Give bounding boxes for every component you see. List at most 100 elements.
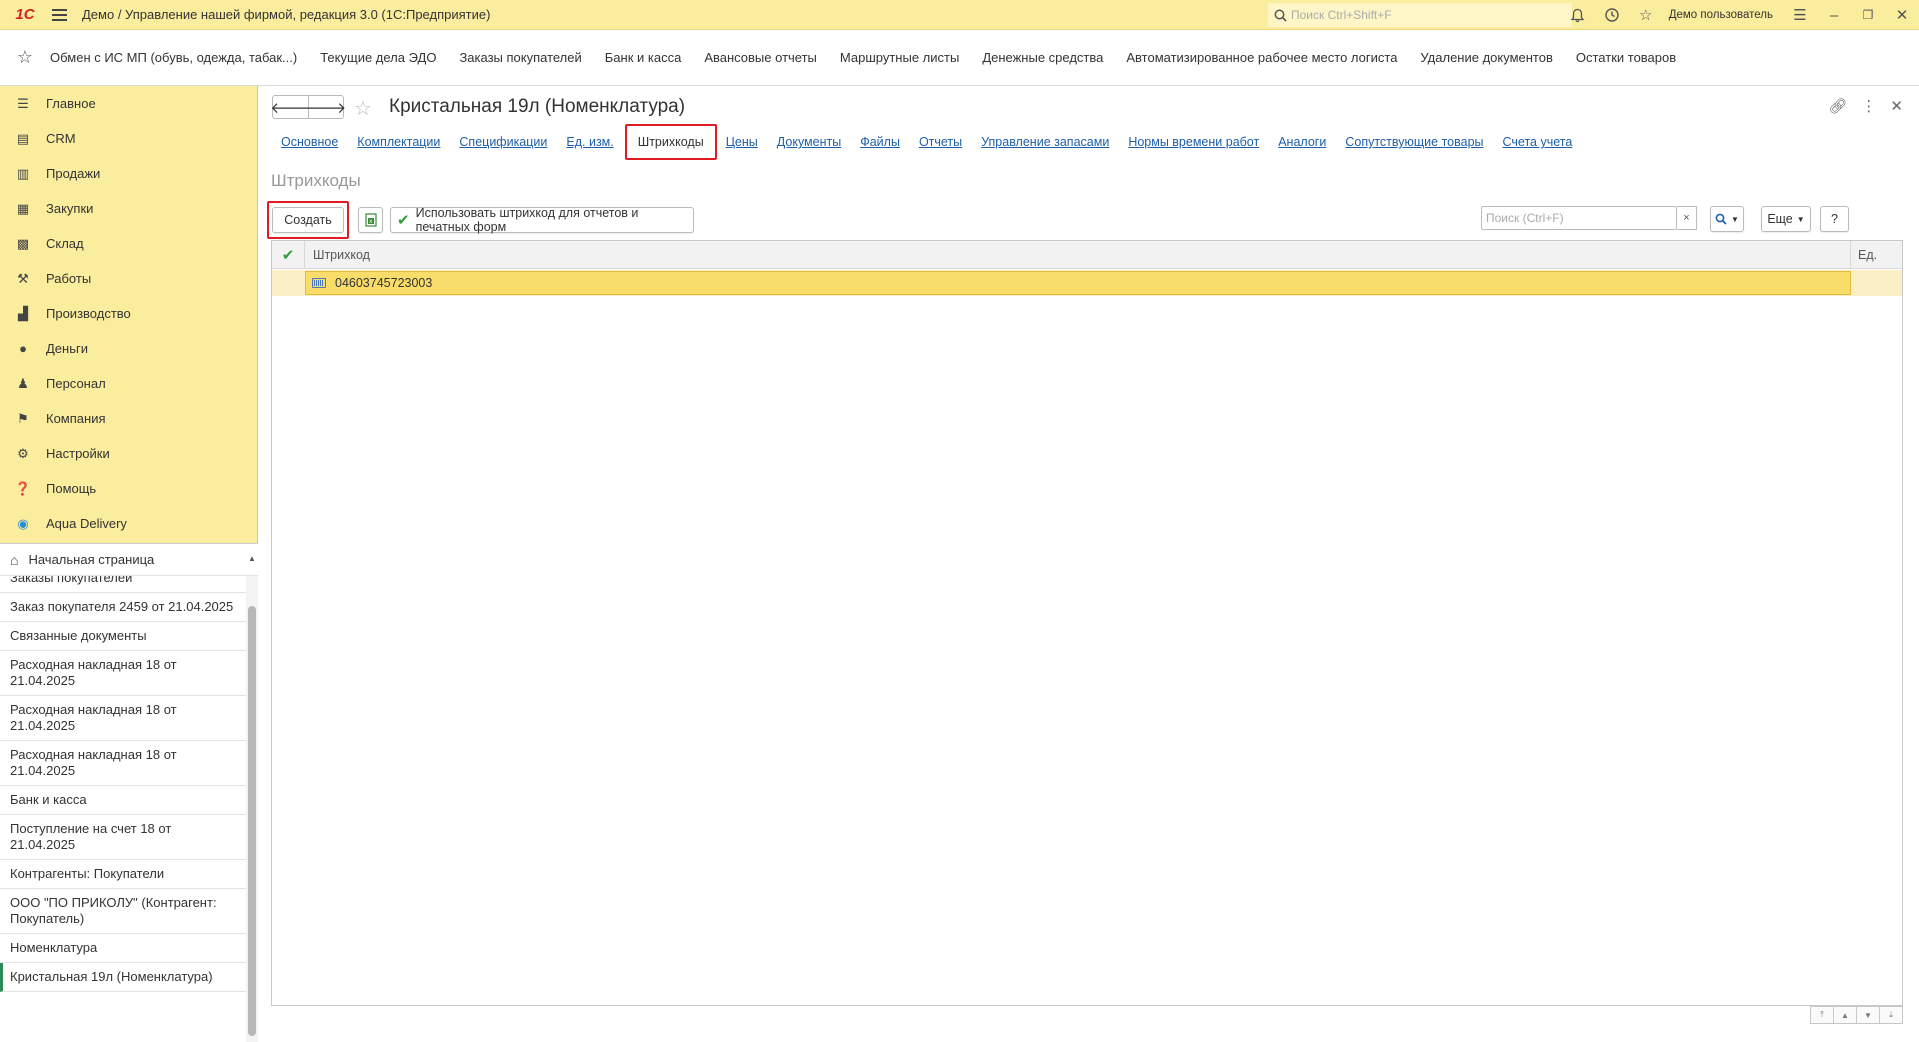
forward-arrow-icon[interactable]: 🡒	[306, 96, 346, 118]
form-tabs: Основное Комплектации Спецификации Ед. и…	[281, 124, 1591, 160]
history-scrollbar[interactable]: ▲	[246, 554, 258, 1042]
history-item-active[interactable]: Кристальная 19л (Номенклатура)	[0, 963, 246, 992]
form-close-icon[interactable]: ✕	[1890, 97, 1903, 115]
tab-main[interactable]: Основное	[281, 135, 338, 149]
close-icon[interactable]: ✕	[1885, 0, 1919, 30]
scroll-bottom-icon[interactable]: ⤓	[1879, 1006, 1903, 1024]
back-arrow-icon[interactable]: 🡐	[270, 96, 310, 118]
history-item[interactable]: Заказ покупателя 2459 от 21.04.2025	[0, 593, 246, 622]
bell-icon[interactable]	[1561, 0, 1595, 30]
dropdown-arrow-icon: ▼	[1731, 214, 1739, 224]
user-name[interactable]: Демо пользователь	[1669, 9, 1773, 21]
history-item[interactable]: Расходная накладная 18 от 21.04.2025	[0, 741, 246, 786]
tab-accounts[interactable]: Счета учета	[1503, 135, 1573, 149]
favorite-link[interactable]: Маршрутные листы	[840, 50, 959, 65]
sidebar-item-label: Главное	[46, 96, 96, 111]
row-check-cell[interactable]	[272, 270, 305, 296]
favorite-link[interactable]: Авансовые отчеты	[704, 50, 817, 65]
favorite-link[interactable]: Банк и касса	[605, 50, 682, 65]
favorites-star-icon[interactable]: ☆	[0, 47, 50, 68]
history-item[interactable]: Банк и касса	[0, 786, 246, 815]
sidebar-item-money[interactable]: ● Деньги	[0, 331, 257, 366]
create-button[interactable]: Создать	[272, 207, 344, 233]
scroll-up-icon[interactable]: ▲	[1833, 1006, 1857, 1024]
history-icon[interactable]	[1595, 0, 1629, 30]
tab-documents[interactable]: Документы	[777, 135, 841, 149]
favorite-link[interactable]: Заказы покупателей	[459, 50, 581, 65]
favorite-link[interactable]: Обмен с ИС МП (обувь, одежда, табак...)	[50, 50, 297, 65]
tab-specifications[interactable]: Спецификации	[459, 135, 547, 149]
table-search-input[interactable]: Поиск (Ctrl+F)	[1481, 206, 1677, 230]
more-vertical-icon[interactable]: ⋮	[1861, 97, 1876, 115]
favorite-link[interactable]: Удаление документов	[1420, 50, 1552, 65]
sidebar-item-sales[interactable]: ▥ Продажи	[0, 156, 257, 191]
search-options-button[interactable]: ▼	[1710, 206, 1744, 232]
column-unit[interactable]: Ед.	[1851, 241, 1902, 268]
sidebar-item-label: Производство	[46, 306, 131, 321]
copy-excel-button[interactable]: x	[358, 207, 383, 233]
sidebar-item-crm[interactable]: ▤ CRM	[0, 121, 257, 156]
sidebar-item-main[interactable]: ☰ Главное	[0, 86, 257, 121]
search-clear-icon[interactable]: ×	[1677, 206, 1697, 230]
dropdown-arrow-icon: ▼	[1796, 214, 1805, 224]
more-button[interactable]: Еще ▼	[1761, 206, 1811, 232]
tab-inventory[interactable]: Управление запасами	[981, 135, 1109, 149]
row-barcode-cell[interactable]: 04603745723003	[305, 271, 1851, 295]
main-menu-button[interactable]	[44, 0, 74, 30]
column-barcode[interactable]: Штрихкод	[305, 241, 1851, 268]
favorite-star-icon[interactable]: ☆	[354, 96, 372, 121]
table-row[interactable]: 04603745723003	[272, 270, 1902, 296]
tab-reports[interactable]: Отчеты	[919, 135, 962, 149]
history-item[interactable]: Заказы покупателей	[0, 576, 246, 593]
sidebar-item-label: Закупки	[46, 201, 94, 216]
sidebar-item-staff[interactable]: ♟ Персонал	[0, 366, 257, 401]
location-icon: ◉	[17, 515, 29, 531]
scroll-up-icon[interactable]: ▲	[248, 554, 256, 563]
favorite-link[interactable]: Остатки товаров	[1576, 50, 1676, 65]
purchase-icon: ▦	[16, 200, 30, 216]
sidebar-item-aqua-delivery[interactable]: ◉ Aqua Delivery	[0, 506, 257, 541]
check-icon: ✔	[281, 246, 295, 264]
sidebar-item-purchases[interactable]: ▦ Закупки	[0, 191, 257, 226]
scroll-down-icon[interactable]: ▼	[1856, 1006, 1880, 1024]
history-item[interactable]: Расходная накладная 18 от 21.04.2025	[0, 696, 246, 741]
history-item[interactable]: Контрагенты: Покупатели	[0, 860, 246, 889]
history-item[interactable]: Расходная накладная 18 от 21.04.2025	[0, 651, 246, 696]
tab-units[interactable]: Ед. изм.	[566, 135, 613, 149]
restore-icon[interactable]: ❐	[1851, 0, 1885, 30]
sidebar-item-company[interactable]: ⚑ Компания	[0, 401, 257, 436]
sidebar-item-warehouse[interactable]: ▩ Склад	[0, 226, 257, 261]
history-item[interactable]: Поступление на счет 18 от 21.04.2025	[0, 815, 246, 860]
sidebar-item-works[interactable]: ⚒ Работы	[0, 261, 257, 296]
sidebar-item-help[interactable]: ❓ Помощь	[0, 471, 257, 506]
favorite-link[interactable]: Текущие дела ЭДО	[320, 50, 436, 65]
tab-prices[interactable]: Цены	[726, 135, 758, 149]
favorite-link[interactable]: Денежные средства	[982, 50, 1103, 65]
favorite-link[interactable]: Автоматизированное рабочее место логиста	[1126, 50, 1397, 65]
history-item[interactable]: Номенклатура	[0, 934, 246, 963]
barcodes-table: ✔ Штрихкод Ед. 04603745723003	[271, 240, 1903, 1006]
minimize-icon[interactable]: –	[1817, 0, 1851, 30]
link-icon[interactable]: 🔗︎	[1828, 97, 1847, 115]
history-item[interactable]: Связанные документы	[0, 622, 246, 651]
tab-analogs[interactable]: Аналоги	[1278, 135, 1326, 149]
home-page-link[interactable]: ⌂ Начальная страница	[0, 544, 258, 576]
sidebar-item-settings[interactable]: ⚙ Настройки	[0, 436, 257, 471]
tab-work-time-norms[interactable]: Нормы времени работ	[1128, 135, 1259, 149]
scroll-top-icon[interactable]: ⤒	[1810, 1006, 1834, 1024]
column-check[interactable]: ✔	[272, 241, 305, 268]
settings-menu-icon[interactable]: ☰	[1783, 0, 1817, 30]
use-barcode-button[interactable]: ✔ Использовать штрихкод для отчетов и пе…	[390, 206, 694, 234]
tab-barcodes[interactable]: Штрихкоды	[624, 124, 717, 160]
scrollbar-thumb[interactable]	[248, 606, 256, 1036]
star-icon[interactable]: ☆	[1629, 0, 1663, 30]
help-button[interactable]: ?	[1820, 206, 1849, 232]
row-unit-cell[interactable]	[1851, 270, 1902, 296]
tab-files[interactable]: Файлы	[860, 135, 900, 149]
crm-icon: ▤	[16, 130, 30, 146]
sidebar-item-production[interactable]: ▟ Производство	[0, 296, 257, 331]
global-search-input[interactable]: Поиск Ctrl+Shift+F	[1268, 3, 1572, 27]
tab-kits[interactable]: Комплектации	[357, 135, 440, 149]
history-item[interactable]: ООО "ПО ПРИКОЛУ" (Контрагент: Покупатель…	[0, 889, 246, 934]
tab-related-goods[interactable]: Сопутствующие товары	[1345, 135, 1483, 149]
